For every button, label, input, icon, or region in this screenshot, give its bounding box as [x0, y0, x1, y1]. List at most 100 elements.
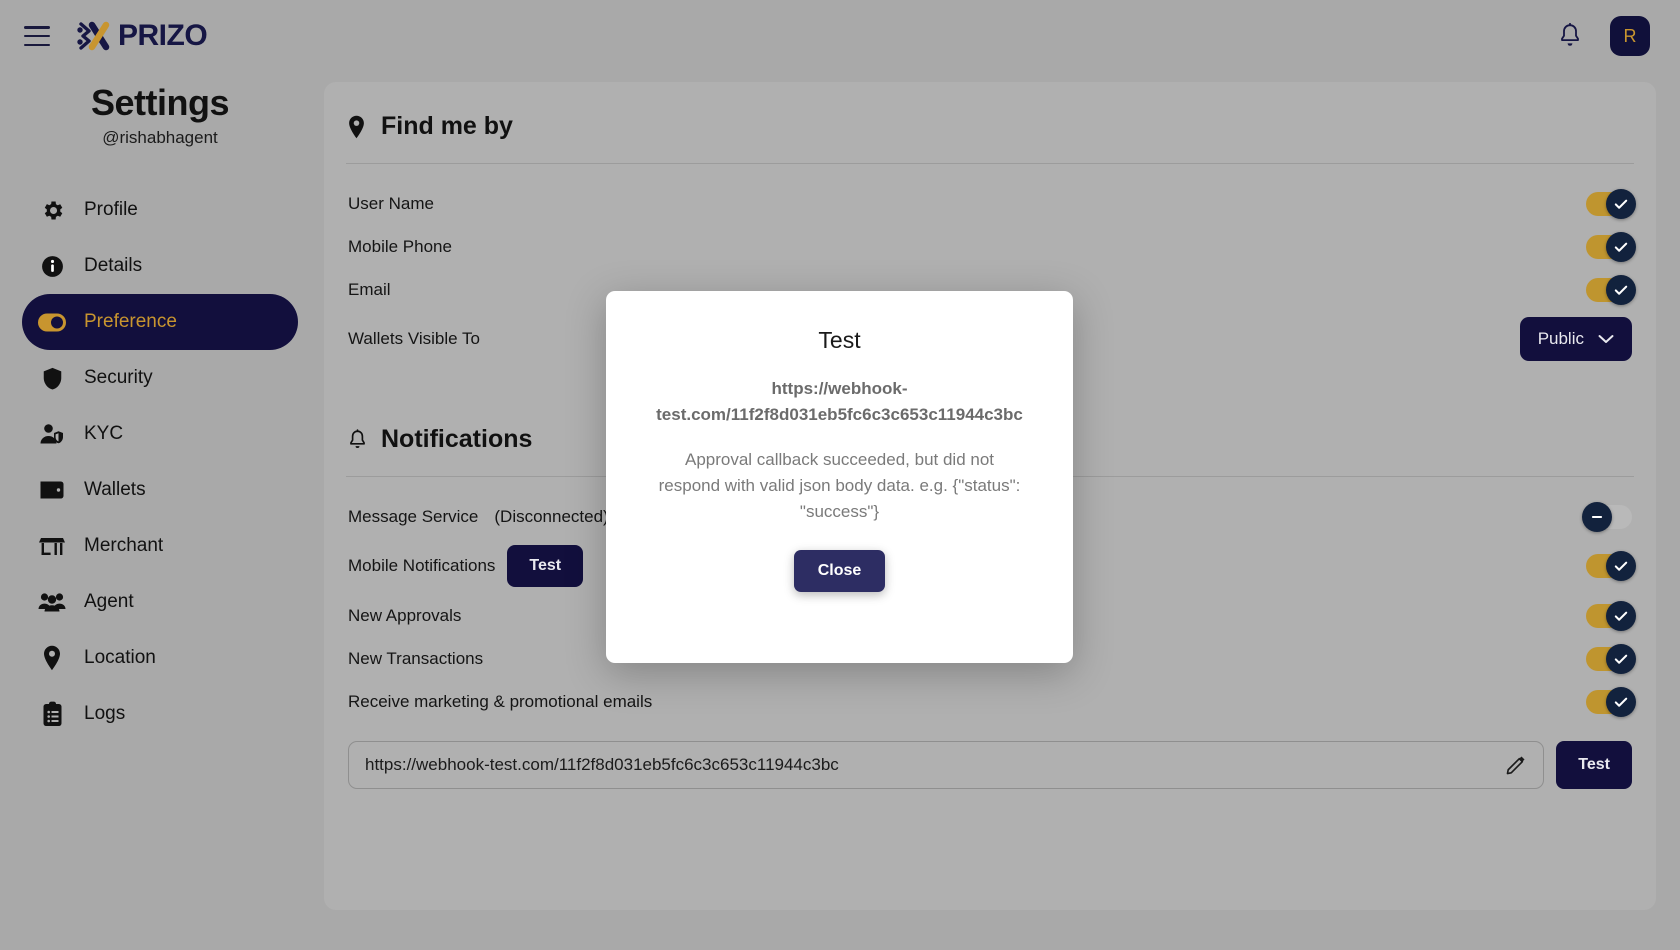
webhook-test-button[interactable]: Test: [1556, 741, 1632, 789]
toggle-knob: [1582, 501, 1612, 532]
sidebar-item-label: Security: [84, 367, 153, 388]
check-icon: [1614, 285, 1628, 295]
shield-icon: [38, 364, 66, 392]
sidebar-item-label: Wallets: [84, 479, 146, 500]
toggle-user-name[interactable]: [1586, 188, 1636, 219]
top-bar: PRIZO R: [0, 0, 1680, 72]
check-icon: [1614, 199, 1628, 209]
store-icon: [38, 532, 66, 560]
toggle-knob: [1606, 551, 1636, 581]
minus-icon: [1591, 515, 1603, 518]
toggle-email[interactable]: [1586, 274, 1636, 305]
wallets-visibility-dropdown[interactable]: Public: [1519, 317, 1632, 361]
sidebar-item-location[interactable]: Location: [22, 630, 298, 686]
row-label: Email: [348, 279, 391, 299]
sidebar-item-label: Location: [84, 647, 156, 668]
user-handle: @rishabhagent: [102, 128, 218, 147]
check-icon: [1614, 697, 1628, 707]
row-label: New Transactions: [348, 648, 484, 668]
toggle-mobile-phone[interactable]: [1586, 231, 1636, 262]
sidebar-item-details[interactable]: Details: [22, 238, 298, 294]
sidebar-item-agent[interactable]: Agent: [22, 574, 298, 630]
row-label: User Name: [348, 193, 434, 213]
toggle-knob: [1606, 188, 1636, 219]
sidebar-item-profile[interactable]: Profile: [22, 182, 298, 238]
sidebar-item-preference[interactable]: Preference: [22, 294, 298, 350]
row-label: Mobile Phone: [348, 236, 452, 256]
hamburger-icon[interactable]: [24, 26, 50, 46]
sidebar-item-label: Merchant: [84, 535, 164, 556]
webhook-url-value: https://webhook-test.com/11f2f8d031eb5fc…: [365, 755, 839, 774]
gear-icon: [38, 196, 66, 224]
pin-icon: [347, 114, 371, 140]
bell-icon: [347, 427, 371, 453]
row-label: Mobile Notifications: [348, 556, 496, 575]
chevron-down-icon: [1598, 335, 1614, 343]
wallets-visibility-value: Public: [1537, 329, 1584, 348]
logo-text: PRIZO: [118, 19, 208, 52]
mobile-notifications-test-button[interactable]: Test: [507, 545, 584, 587]
bell-icon[interactable]: [1558, 23, 1582, 49]
webhook-url-field[interactable]: https://webhook-test.com/11f2f8d031eb5fc…: [348, 741, 1545, 789]
clipboard-icon: [38, 700, 66, 728]
toggle-knob: [1606, 686, 1636, 717]
people-icon: [38, 588, 66, 616]
toggle-mobile-notifications[interactable]: [1586, 551, 1636, 581]
find-me-by-heading: Find me by: [346, 112, 1634, 141]
toggle-knob: [1606, 274, 1636, 305]
wallet-icon: [38, 476, 66, 504]
row-mobile-phone: Mobile Phone: [346, 225, 1636, 268]
avatar-initial: R: [1623, 25, 1637, 46]
sidebar-item-label: Details: [84, 255, 143, 276]
row-marketing-emails: Receive marketing & promotional emails: [346, 680, 1636, 723]
toggle-new-approvals[interactable]: [1586, 600, 1636, 631]
row-label: New Approvals: [348, 605, 462, 625]
modal-message: Approval callback succeeded, but did not…: [658, 449, 1021, 522]
toggle-knob: [1606, 643, 1636, 674]
sidebar-item-label: KYC: [84, 423, 124, 444]
check-icon: [1614, 561, 1628, 571]
info-icon: [38, 252, 66, 280]
toggle-knob: [1606, 231, 1636, 262]
top-bar-right: R: [1558, 16, 1658, 56]
modal-title: Test: [818, 327, 861, 353]
toggle-new-transactions[interactable]: [1586, 643, 1636, 674]
toggle-icon: [38, 308, 66, 336]
app-logo[interactable]: PRIZO: [72, 18, 208, 54]
page-title: Settings: [90, 82, 230, 123]
sidebar-item-wallets[interactable]: Wallets: [22, 462, 298, 518]
section-title: Find me by: [381, 112, 513, 140]
test-result-modal: Test https://webhook-test.com/11f2f8d031…: [606, 291, 1073, 663]
modal-url: https://webhook-test.com/11f2f8d031eb5fc…: [656, 379, 1023, 425]
row-label: Receive marketing & promotional emails: [348, 691, 653, 711]
row-label: Message Service: [348, 506, 479, 526]
sidebar-item-label: Agent: [84, 591, 134, 612]
user-shield-icon: [38, 420, 66, 448]
modal-close-button[interactable]: Close: [793, 549, 886, 592]
sidebar-item-kyc[interactable]: KYC: [22, 406, 298, 462]
pencil-icon[interactable]: [1505, 754, 1527, 776]
sidebar-item-merchant[interactable]: Merchant: [22, 518, 298, 574]
webhook-url-row: https://webhook-test.com/11f2f8d031eb5fc…: [346, 741, 1634, 789]
toggle-knob: [1606, 600, 1636, 631]
message-service-status: (Disconnected): [494, 506, 609, 526]
sidebar-item-label: Logs: [84, 703, 126, 724]
toggle-message-service[interactable]: [1582, 501, 1632, 532]
sidebar-item-security[interactable]: Security: [22, 350, 298, 406]
check-icon: [1614, 654, 1628, 664]
section-title: Notifications: [381, 425, 533, 453]
check-icon: [1614, 611, 1628, 621]
toggle-marketing-emails[interactable]: [1586, 686, 1636, 717]
sidebar-item-logs[interactable]: Logs: [22, 686, 298, 742]
check-icon: [1614, 242, 1628, 252]
app-root: PRIZO R Settings @rishabhagent Profile D…: [0, 0, 1680, 950]
row-label: Wallets Visible To: [348, 329, 480, 348]
avatar[interactable]: R: [1610, 16, 1650, 56]
sidebar-item-label: Profile: [84, 199, 138, 220]
sidebar: Settings @rishabhagent Profile Details P…: [0, 82, 320, 742]
prizo-x-icon: [77, 21, 110, 51]
row-user-name: User Name: [346, 182, 1636, 225]
divider: [346, 163, 1634, 164]
pin-icon: [38, 644, 66, 672]
sidebar-nav: Profile Details Preference Security KYC …: [0, 182, 320, 742]
